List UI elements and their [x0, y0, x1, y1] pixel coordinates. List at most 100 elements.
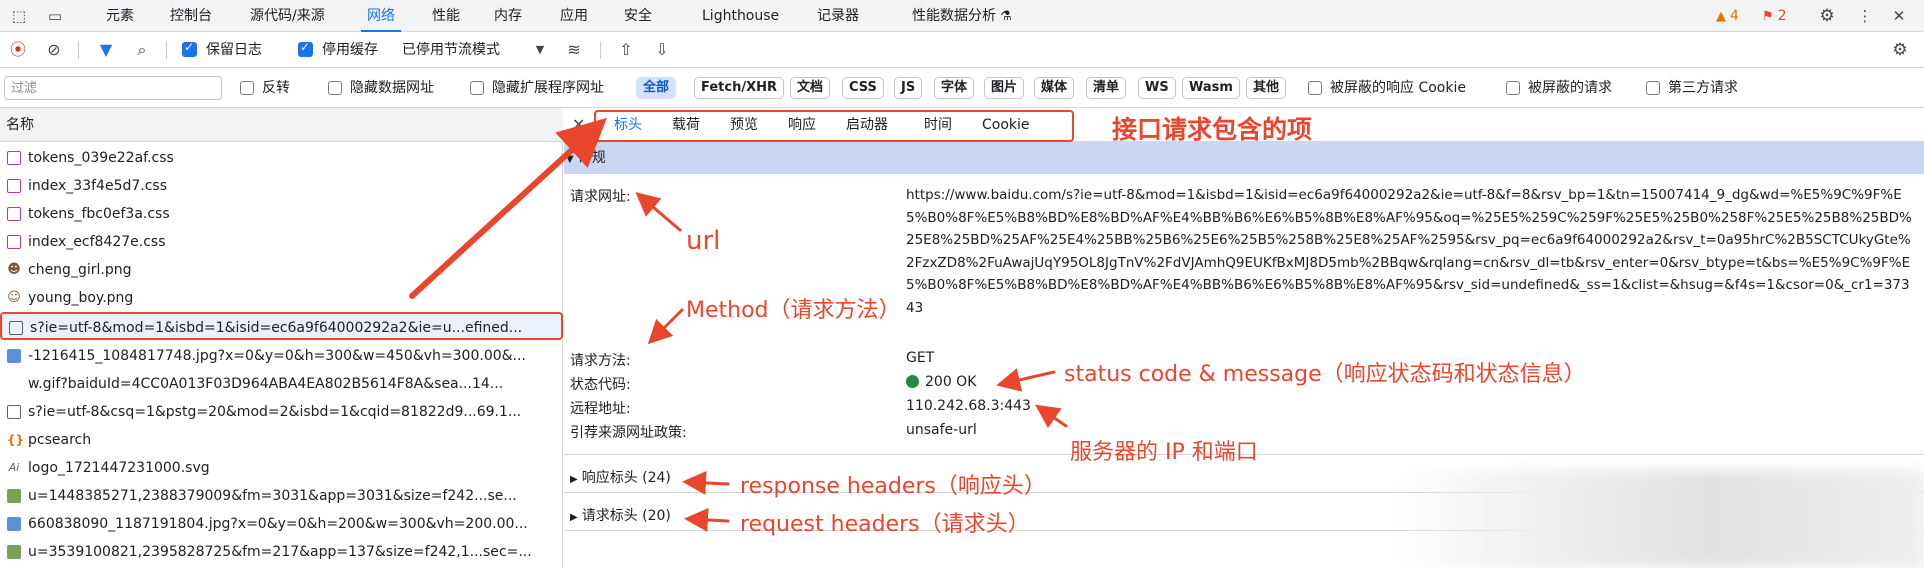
- network-settings-gear-icon[interactable]: ⚙: [1890, 40, 1910, 60]
- tab-performance-insights-label: 性能数据分析: [912, 8, 996, 24]
- request-row[interactable]: Ai logo_1721447231000.svg: [0, 454, 563, 482]
- request-row[interactable]: u=3539100821,2395828725&fm=217&app=137&s…: [0, 538, 563, 566]
- blocked-requests-checkbox[interactable]: [1506, 81, 1520, 95]
- search-icon[interactable]: ⌕: [132, 40, 152, 60]
- request-name: w.gif?baiduId=4CC0A013F03D964ABA4EA802B5…: [28, 376, 504, 392]
- warnings-counter[interactable]: ▲ 4: [1716, 0, 1739, 32]
- request-row[interactable]: w.gif?baiduId=4CC0A013F03D964ABA4EA802B5…: [0, 370, 563, 398]
- more-options-icon[interactable]: ⋮: [1856, 7, 1874, 25]
- svg-file-icon: Ai: [8, 461, 20, 474]
- request-row[interactable]: index_33f4e5d7.css: [0, 172, 563, 200]
- document-icon: [7, 405, 21, 419]
- type-filter-media[interactable]: 媒体: [1034, 77, 1075, 99]
- type-filter-font[interactable]: 字体: [934, 77, 975, 99]
- annotation-method-note: Method（请求方法）: [686, 298, 901, 323]
- issues-count: 2: [1777, 8, 1787, 24]
- tab-security[interactable]: 安全: [624, 0, 652, 32]
- tab-application[interactable]: 应用: [560, 0, 588, 32]
- filter-funnel-icon[interactable]: ▼: [96, 40, 116, 60]
- network-conditions-icon[interactable]: ≋: [564, 40, 584, 60]
- request-name: pcsearch: [28, 432, 92, 448]
- tab-sources[interactable]: 源代码/来源: [250, 0, 325, 32]
- clear-icon[interactable]: ⊘: [44, 40, 64, 60]
- import-har-icon[interactable]: ⇧: [616, 40, 636, 60]
- css-file-icon: [7, 179, 21, 193]
- annotation-response-headers-note: response headers（响应头）: [740, 474, 1046, 499]
- tab-network[interactable]: 网络: [361, 0, 401, 32]
- request-row[interactable]: tokens_039e22af.css: [0, 144, 563, 172]
- tab-lighthouse[interactable]: Lighthouse: [702, 0, 779, 32]
- record-icon[interactable]: ⦿: [8, 40, 28, 60]
- close-details-icon[interactable]: ✕: [572, 108, 585, 142]
- type-filter-other[interactable]: 其他: [1246, 77, 1287, 99]
- blocked-response-cookies-checkbox[interactable]: [1308, 81, 1322, 95]
- remote-address-label: 远程地址:: [570, 401, 631, 417]
- request-row[interactable]: index_ecf8427e.css: [0, 228, 563, 256]
- expanded-triangle-icon: ▼: [566, 154, 574, 165]
- response-headers-label: 响应标头 (24): [581, 470, 671, 486]
- issues-counter[interactable]: ⚑ 2: [1762, 0, 1787, 32]
- throttling-select[interactable]: 已停用节流模式: [402, 32, 500, 68]
- export-har-icon[interactable]: ⇩: [652, 40, 672, 60]
- status-value: 200 OK: [906, 374, 976, 390]
- request-headers-toggle[interactable]: ▶ 请求标头 (20): [570, 504, 671, 528]
- inspect-element-icon[interactable]: ⬚: [10, 7, 28, 25]
- request-row[interactable]: {} pcsearch: [0, 426, 563, 454]
- method-label: 请求方法:: [570, 353, 631, 369]
- tab-performance-insights[interactable]: 性能数据分析 ⚗: [912, 0, 1012, 32]
- response-headers-toggle[interactable]: ▶ 响应标头 (24): [570, 466, 671, 490]
- device-toolbar-icon[interactable]: ▭: [46, 7, 64, 25]
- tab-recorder[interactable]: 记录器: [817, 0, 859, 32]
- request-row[interactable]: u=1448385271,2388379009&fm=3031&app=3031…: [0, 482, 563, 510]
- request-row[interactable]: ☻ cheng_girl.png: [0, 256, 563, 284]
- request-row[interactable]: -1216415_1084817748.jpg?x=0&y=0&h=300&w=…: [0, 342, 563, 370]
- settings-gear-icon[interactable]: ⚙: [1818, 7, 1836, 25]
- hide-data-urls-label: 隐藏数据网址: [350, 80, 434, 96]
- request-name: 660838090_1187191804.jpg?x=0&y=0&h=200&w…: [28, 516, 528, 532]
- filter-input[interactable]: [4, 76, 222, 100]
- devtools-tab-bar: ⬚ ▭ 元素 控制台 源代码/来源 网络 性能 内存 应用 安全 Lightho…: [0, 0, 1924, 32]
- image-thumbnail-icon: ☺: [7, 290, 21, 305]
- type-filter-doc[interactable]: 文档: [790, 77, 831, 99]
- image-icon: [7, 517, 21, 531]
- type-filter-manifest[interactable]: 清单: [1086, 77, 1127, 99]
- type-filter-img[interactable]: 图片: [984, 77, 1025, 99]
- remote-address-value: 110.242.68.3:443: [906, 398, 1031, 414]
- request-row[interactable]: tokens_fbc0ef3a.css: [0, 200, 563, 228]
- type-filter-css[interactable]: CSS: [842, 77, 884, 99]
- request-list: 名称 tokens_039e22af.css index_33f4e5d7.cs…: [0, 108, 563, 568]
- tab-elements[interactable]: 元素: [106, 0, 134, 32]
- invert-checkbox[interactable]: [240, 81, 254, 95]
- third-party-requests-checkbox[interactable]: [1646, 81, 1660, 95]
- name-column-header[interactable]: 名称: [0, 108, 563, 142]
- request-row[interactable]: s?ie=utf-8&csq=1&pstg=20&mod=2&isbd=1&cq…: [0, 398, 563, 426]
- hide-extension-urls-checkbox[interactable]: [470, 81, 484, 95]
- request-name: u=3539100821,2395828725&fm=217&app=137&s…: [28, 544, 532, 560]
- type-filter-js[interactable]: JS: [894, 77, 923, 99]
- type-filter-fetch-xhr[interactable]: Fetch/XHR: [694, 77, 785, 99]
- status-text: 200 OK: [925, 374, 977, 390]
- tab-console[interactable]: 控制台: [170, 0, 212, 32]
- request-row-selected[interactable]: s?ie=utf-8&mod=1&isbd=1&isid=ec6a9f64000…: [0, 312, 563, 340]
- request-row[interactable]: 660838090_1187191804.jpg?x=0&y=0&h=200&w…: [0, 510, 563, 538]
- tab-memory[interactable]: 内存: [494, 0, 522, 32]
- type-filter-ws[interactable]: WS: [1138, 77, 1176, 99]
- disable-cache-checkbox[interactable]: [298, 40, 313, 57]
- method-value: GET: [906, 350, 935, 366]
- hide-data-urls-checkbox[interactable]: [328, 81, 342, 95]
- status-dot: [906, 375, 919, 388]
- type-filter-all[interactable]: 全部: [636, 77, 677, 99]
- type-filter-wasm[interactable]: Wasm: [1182, 77, 1240, 99]
- annotation-request-headers-note: request headers（请求头）: [740, 512, 1030, 537]
- general-section-header[interactable]: ▼ 常规: [564, 142, 1924, 174]
- preserve-log-checkbox[interactable]: [182, 40, 197, 57]
- request-url-value: https://www.baidu.com/s?ie=utf-8&mod=1&i…: [906, 187, 1912, 316]
- blocked-response-cookies-label: 被屏蔽的响应 Cookie: [1330, 80, 1466, 96]
- dropdown-arrow-icon[interactable]: ▼: [530, 40, 550, 60]
- script-icon: {}: [7, 433, 25, 447]
- request-name: s?ie=utf-8&mod=1&isbd=1&isid=ec6a9f64000…: [30, 320, 523, 336]
- request-row[interactable]: ☺ young_boy.png: [0, 284, 563, 312]
- tabs-highlight-box: [594, 110, 1074, 142]
- close-devtools-icon[interactable]: ✕: [1890, 7, 1908, 25]
- tab-performance[interactable]: 性能: [432, 0, 460, 32]
